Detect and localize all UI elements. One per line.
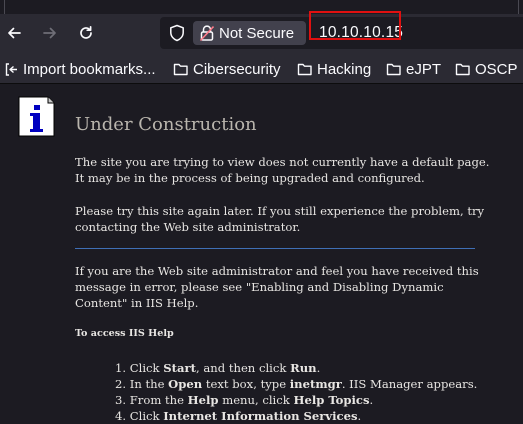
list-item: 2. In the Open text box, type inetmgr. I… [115, 377, 478, 391]
intro-line-1: The site you are trying to view does not… [75, 155, 490, 169]
folder-icon [173, 63, 188, 76]
bookmark-folder-hacking[interactable]: Hacking [297, 59, 371, 79]
url-highlight-box [309, 11, 401, 40]
page-content: Under Construction The site you are tryi… [0, 84, 523, 423]
list-item: 3. From the Help menu, click Help Topics… [115, 393, 374, 407]
retry-line-1: Please try this site again later. If you… [75, 204, 485, 218]
tab-separator [4, 0, 5, 14]
folder-icon [386, 63, 401, 76]
import-icon [5, 62, 17, 76]
intro-line-2: It may be in the process of being upgrad… [75, 171, 425, 185]
admin-line-2: message in error, please see "Enabling a… [75, 280, 444, 294]
admin-line-3: Content" in IIS Help. [75, 296, 199, 310]
reload-icon [80, 25, 92, 39]
not-secure-badge[interactable]: Not Secure [193, 21, 306, 45]
list-item: 4. Click Internet Information Services. [115, 409, 362, 423]
browser-toolbar: Not Secure 10.10.10.15 [0, 0, 523, 56]
divider [75, 248, 475, 249]
admin-line-1: If you are the Web site administrator an… [75, 264, 479, 278]
tab-separator [518, 0, 519, 14]
bookmark-import[interactable]: Import bookmarks... [4, 59, 156, 79]
arrow-left-icon [8, 27, 21, 39]
bookmark-folder-cibersecurity[interactable]: Cibersecurity [173, 59, 281, 79]
folder-icon [297, 63, 312, 76]
retry-line-2: contacting the Web site administrator. [75, 220, 301, 234]
bookmark-folder-ejpt[interactable]: eJPT [386, 59, 441, 79]
arrow-right-icon [43, 27, 56, 39]
info-icon [18, 96, 55, 137]
bookmark-label: eJPT [406, 60, 442, 78]
back-button[interactable] [3, 22, 25, 44]
admin-paragraph: If you are the Web site administrator an… [75, 263, 495, 311]
page-title: Under Construction [75, 114, 257, 135]
retry-paragraph: Please try this site again later. If you… [75, 203, 495, 235]
list-item: 1. Click Start, and then click Run. [115, 361, 321, 375]
help-heading: To access IIS Help [75, 328, 174, 339]
insecure-lock-icon [200, 25, 214, 41]
forward-button[interactable] [39, 22, 61, 44]
reload-button[interactable] [75, 22, 97, 44]
folder-icon [455, 63, 470, 76]
security-label: Not Secure [219, 24, 295, 42]
bookmark-label: Import bookmarks... [23, 60, 156, 78]
intro-paragraph: The site you are trying to view does not… [75, 154, 495, 186]
bookmarks-bar: Import bookmarks... Cibersecurity Hackin… [0, 56, 523, 84]
help-steps-list: 1. Click Start, and then click Run. 2. I… [115, 360, 477, 424]
bookmark-label: Cibersecurity [193, 60, 281, 78]
bookmark-label: Hacking [317, 60, 372, 78]
bookmark-folder-oscp[interactable]: OSCP [455, 59, 518, 79]
tab-strip [0, 0, 523, 14]
bookmark-label: OSCP [475, 60, 518, 78]
shield-icon[interactable] [168, 24, 186, 42]
